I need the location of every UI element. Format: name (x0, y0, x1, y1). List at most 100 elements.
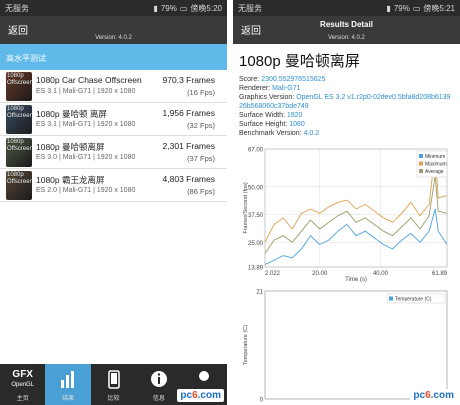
person-icon (199, 371, 210, 381)
legend-swatch (419, 169, 423, 173)
legend-label: Maximum (425, 162, 447, 168)
test-fps: (16 Fps) (187, 88, 215, 97)
test-name: 1080p 曼哈顿离屏 (36, 142, 105, 152)
detail-value: 2300.552978515625 (261, 76, 326, 83)
detail-row: Renderer: Mali-G71 (239, 84, 454, 93)
y-axis-label: Temperature (C) (243, 325, 249, 365)
temperature-chart: 210Temperature (C)Temperature (C) (239, 285, 453, 403)
version-label: Version: 4.0.2 (328, 35, 365, 41)
version-label: Version: 4.0.2 (95, 35, 132, 41)
test-thumbnail: 1080p Offscreen (6, 105, 32, 134)
page-title: Results Detail (320, 20, 373, 29)
test-name: 1080p 霸王龙离屏 (36, 175, 105, 185)
thumbnail-label: 1080p Offscreen (7, 139, 32, 152)
test-result-row[interactable]: 1080p Offscreen 1080p 曼哈顿离屏 ES 3.0 | Mali-… (0, 136, 227, 169)
nav-results-label: 结果 (62, 396, 75, 402)
test-config: ES 3.0 | Mali-G71 | 1920 x 1080 (36, 154, 136, 161)
detail-key: Renderer: (239, 85, 273, 92)
test-name-heading: 1080p 曼哈顿离屏 (239, 53, 360, 70)
nav-compare-label: 比较 (107, 396, 120, 402)
watermark-logo: pc6.com (410, 389, 457, 402)
nav-info[interactable]: 信息 (136, 364, 181, 405)
thumbnail-label: 1080p Offscreen (7, 106, 32, 119)
empty-area (0, 202, 227, 364)
battery-icon: ▭ (412, 3, 421, 13)
test-name: 1080p 曼哈顿 离屏 (36, 109, 107, 119)
status-bar: 无服务 ▮ 79% ▭ 傍晚5:21 (233, 0, 460, 16)
phone-icon (107, 370, 120, 389)
test-thumbnail: 1080p Offscreen (6, 171, 32, 200)
y-tick-label: 13.89 (248, 266, 264, 272)
test-result-row[interactable]: 1080p Offscreen 1080p Car Chase Offscreen… (0, 70, 227, 103)
legend-swatch (419, 154, 423, 158)
carrier-label: 无服务 (5, 3, 29, 13)
detail-row: Surface Width: 1920 (239, 111, 454, 120)
y-tick-label: 37.50 (248, 213, 264, 219)
battery-label: 79% (160, 3, 177, 13)
test-result-row[interactable]: 1080p Offscreen 1080p 曼哈顿 离屏 ES 3.1 | Mali… (0, 103, 227, 136)
app-bar: 返回 Results Detail Version: 4.0.2 (233, 16, 460, 44)
x-tick-label: 20.00 (312, 271, 328, 277)
detail-row: Graphics Version: OpenGL ES 3.2 v1.r2p0-… (239, 93, 454, 111)
app-bar: 返回 Version: 4.0.2 (0, 16, 227, 44)
thumbnail-label: 1080p Offscreen (7, 73, 32, 86)
test-name: 1080p Car Chase Offscreen (36, 75, 142, 85)
test-fps: (86 Fps) (187, 187, 215, 196)
test-frames: 2,301 Frames (162, 141, 215, 151)
detail-value: 1920 (286, 112, 303, 119)
gfx-logo-text: GFX (12, 369, 33, 380)
nav-compare[interactable]: 比较 (91, 364, 136, 405)
nav-home-label: 主页 (16, 396, 29, 402)
nav-info-label: 信息 (152, 396, 165, 402)
x-tick-label: 61.89 (432, 271, 448, 277)
test-thumbnail: 1080p Offscreen (6, 72, 32, 101)
test-frames: 970.3 Frames (162, 75, 215, 85)
detail-row: Benchmark Version: 4.0.2 (239, 129, 454, 138)
x-tick-label: 40.00 (373, 271, 389, 277)
results-detail-screen: 无服务 ▮ 79% ▭ 傍晚5:21 返回 Results Detail Ver… (233, 0, 460, 405)
detail-key: Surface Width: (239, 112, 287, 119)
battery-icon: ▭ (179, 3, 188, 13)
test-frames: 1,956 Frames (162, 108, 215, 118)
test-result-list: 1080p Offscreen 1080p Car Chase Offscreen… (0, 70, 227, 202)
status-bar: 无服务 ▮ 79% ▭ 傍晚5:20 (0, 0, 227, 16)
detail-value: 4.0.2 (303, 130, 320, 137)
test-config: ES 2.0 | Mali-G71 | 1920 x 1080 (36, 187, 136, 194)
carrier-label: 无服务 (238, 3, 262, 13)
y-axis-label: Frames/Second (fps) (243, 182, 249, 234)
time-label: 傍晚5:20 (190, 3, 222, 13)
nav-home[interactable]: GFX OpenGL 主页 (0, 364, 45, 405)
test-thumbnail: 1080p Offscreen (6, 138, 32, 167)
watermark-logo: pc6.com (177, 389, 224, 402)
battery-label: 79% (393, 3, 410, 13)
detail-key: Benchmark Version: (239, 130, 304, 137)
signal-icon: ▮ (153, 3, 158, 13)
detail-list: Score: 2300.552978515625 Renderer: Mali-G… (239, 75, 454, 138)
test-result-row[interactable]: 1080p Offscreen 1080p 霸王龙离屏 ES 2.0 | Mali-… (0, 169, 227, 202)
signal-icon: ▮ (386, 3, 391, 13)
detail-row: Score: 2300.552978515625 (239, 75, 454, 84)
y-tick-label: 21 (256, 290, 263, 296)
detail-value: 1080 (289, 121, 305, 128)
detail-key: Score: (239, 76, 262, 83)
legend-swatch (389, 296, 393, 301)
y-tick-label: 25.00 (248, 241, 264, 247)
y-tick-label: 67.00 (248, 148, 264, 154)
x-axis-label: Time (s) (345, 277, 367, 283)
test-frames: 4,803 Frames (162, 174, 215, 184)
info-icon (150, 371, 167, 387)
time-label: 傍晚5:21 (423, 3, 455, 13)
test-fps: (32 Fps) (187, 121, 215, 130)
result-details: 1080p 曼哈顿离屏 Score: 2300.552978515625 Rend… (233, 44, 460, 138)
benchmark-list-screen: 无服务 ▮ 79% ▭ 傍晚5:20 返回 Version: 4.0.2 高水平… (0, 0, 227, 405)
legend-label: Minimum (425, 154, 445, 160)
legend-label: Temperature (C) (395, 297, 432, 303)
detail-row: Surface Height: 1080 (239, 120, 454, 129)
nav-results[interactable]: 结果 (45, 364, 91, 405)
legend-swatch (419, 161, 423, 166)
detail-key: Surface Height: (239, 121, 290, 128)
bar-chart-icon (61, 371, 75, 388)
detail-value: Mali-G71 (272, 85, 301, 92)
test-config: ES 3.1 | Mali-G71 | 1920 x 1080 (36, 88, 136, 95)
section-header: 高水平测试 (0, 44, 227, 70)
